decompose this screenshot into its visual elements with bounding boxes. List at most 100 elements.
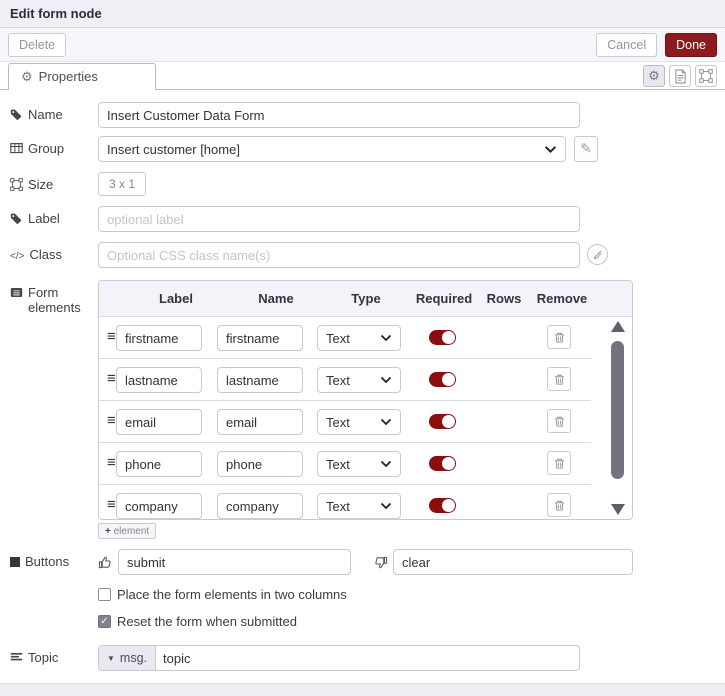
remove-element-button[interactable] [547, 367, 571, 391]
done-button[interactable]: Done [665, 32, 717, 57]
element-label-input[interactable] [116, 409, 202, 435]
drag-handle-icon[interactable]: ≡ [107, 412, 116, 429]
scrollbar-thumb[interactable] [611, 341, 624, 479]
pencil-icon: ✎ [580, 141, 592, 156]
group-label: Group [10, 136, 98, 162]
element-name-input[interactable] [217, 451, 303, 477]
chevron-down-icon [380, 334, 392, 342]
trash-icon [554, 332, 564, 343]
topic-value-input[interactable]: topic [156, 646, 579, 670]
table-row: ≡ Text [99, 317, 591, 359]
scroll-up-arrow[interactable] [611, 321, 625, 332]
topic-type-label: msg. [119, 651, 148, 665]
element-label-input[interactable] [116, 451, 202, 477]
name-input[interactable] [98, 102, 580, 128]
properties-gear-button[interactable]: ⚙ [643, 65, 665, 87]
chevron-down-icon [380, 460, 392, 468]
thumbs-down-icon [373, 555, 388, 570]
add-element-button[interactable]: + element [98, 523, 157, 539]
reset-form-checkbox[interactable] [98, 615, 111, 628]
drag-handle-icon[interactable]: ≡ [107, 328, 116, 345]
drag-handle-icon[interactable]: ≡ [107, 370, 116, 387]
list-alt-icon [10, 288, 23, 297]
table-header: Label Name Type Required Rows Remove [99, 281, 632, 317]
size-label: Size [10, 172, 98, 196]
element-type-select[interactable]: Text [317, 409, 401, 435]
appearance-icon [699, 69, 713, 83]
required-toggle[interactable] [429, 498, 456, 513]
class-label: </> Class [10, 247, 62, 262]
label-row: Label [10, 206, 715, 232]
cancel-button[interactable]: Cancel [596, 32, 658, 57]
element-name-input[interactable] [217, 325, 303, 351]
edit-group-button[interactable]: ✎ [574, 136, 598, 162]
element-type-select[interactable]: Text [317, 493, 401, 519]
element-name-input[interactable] [217, 409, 303, 435]
element-name-input[interactable] [217, 367, 303, 393]
buttons-row: Buttons [10, 549, 715, 575]
header-label: Label [159, 291, 193, 306]
appearance-button[interactable] [695, 65, 717, 87]
delete-button[interactable]: Delete [8, 32, 67, 57]
element-label-input[interactable] [116, 367, 202, 393]
form-elements-label: Form elements [10, 280, 98, 539]
dialog-title: Edit form node [10, 6, 102, 21]
chevron-down-icon [380, 376, 392, 384]
two-columns-checkbox[interactable] [98, 588, 111, 601]
description-button[interactable] [669, 65, 691, 87]
required-toggle[interactable] [429, 372, 456, 387]
drag-handle-icon[interactable]: ≡ [107, 454, 116, 471]
table-row: ≡ Text [99, 359, 591, 401]
required-toggle[interactable] [429, 414, 456, 429]
two-columns-label: Place the form elements in two columns [117, 587, 347, 602]
class-picker-button[interactable] [587, 244, 608, 265]
clear-button-input[interactable] [393, 549, 633, 575]
toggle-knob [442, 331, 455, 344]
header-type: Type [351, 291, 381, 306]
gear-icon: ⚙ [648, 68, 660, 83]
size-button[interactable]: 3 x 1 [98, 172, 147, 196]
header-remove: Remove [536, 291, 588, 306]
drag-handle-icon[interactable]: ≡ [107, 496, 116, 513]
object-group-icon [10, 178, 23, 191]
tab-properties[interactable]: ⚙ Properties [8, 63, 156, 90]
toggle-knob [442, 415, 455, 428]
topic-type-button[interactable]: ▼ msg. [99, 646, 157, 670]
topic-typed-input: ▼ msg. topic [98, 645, 580, 671]
form-elements-table: Label Name Type Required Rows Remove ≡ f… [98, 280, 633, 520]
tag-icon [10, 213, 22, 225]
class-input[interactable] [98, 242, 580, 268]
element-type-select[interactable]: Text [317, 451, 401, 477]
element-type-select[interactable]: Text [317, 325, 401, 351]
element-type-select[interactable]: Text [317, 367, 401, 393]
required-toggle[interactable] [429, 456, 456, 471]
document-icon [674, 69, 686, 83]
element-label-input[interactable] [116, 325, 202, 351]
dialog-header: Edit form node [0, 0, 725, 28]
chevron-down-icon [544, 145, 557, 153]
group-select[interactable]: Insert customer [home] [98, 136, 566, 162]
required-toggle[interactable] [429, 330, 456, 345]
class-row: </> Class [10, 242, 715, 268]
toggle-knob [442, 499, 455, 512]
plus-icon: + [105, 525, 111, 537]
remove-element-button[interactable] [547, 493, 571, 517]
element-name-input[interactable] [217, 493, 303, 519]
table-row: ≡ Text [99, 443, 591, 485]
group-select-value: Insert customer [home] [107, 141, 240, 157]
pencil-slash-icon [593, 250, 602, 260]
scroll-down-arrow[interactable] [611, 504, 625, 515]
footer-strip [0, 683, 725, 696]
label-input[interactable] [98, 206, 580, 232]
element-label-input[interactable] [116, 493, 202, 519]
editor-tabbar: ⚙ Properties ⚙ [0, 62, 725, 90]
buttons-label: Buttons [10, 549, 98, 575]
chevron-down-icon [380, 418, 392, 426]
name-row: Name [10, 102, 715, 128]
table-scrollbar [610, 321, 626, 515]
trash-icon [554, 458, 564, 469]
remove-element-button[interactable] [547, 451, 571, 475]
remove-element-button[interactable] [547, 325, 571, 349]
submit-button-input[interactable] [118, 549, 351, 575]
remove-element-button[interactable] [547, 409, 571, 433]
